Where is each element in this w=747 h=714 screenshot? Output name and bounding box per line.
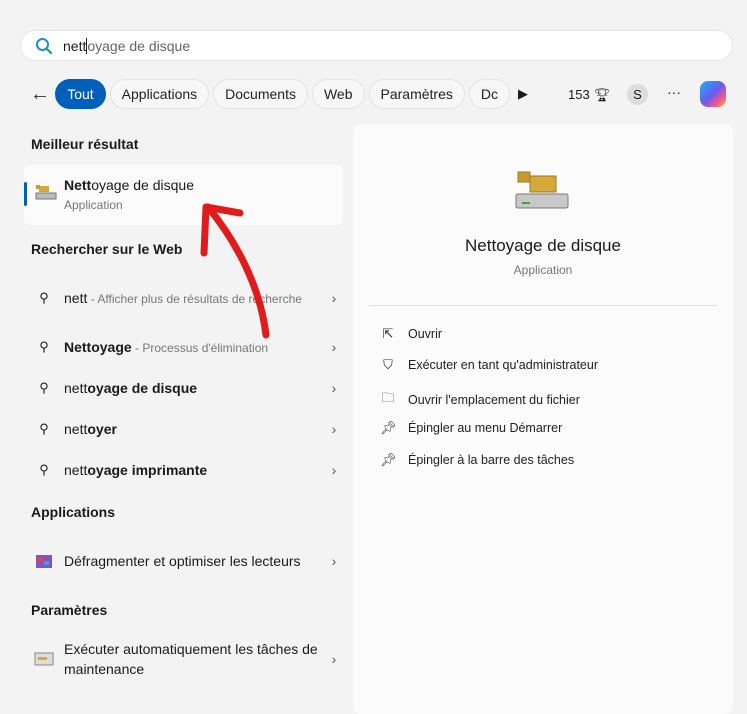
selection-indicator	[24, 182, 27, 206]
chevron-right-icon: ›	[331, 553, 337, 569]
action-open-file-location[interactable]: 🗀 Ouvrir l'emplacement du fichier	[380, 389, 579, 411]
search-icon: ⚲	[39, 380, 49, 395]
web-result-item[interactable]: ⚲ Nettoyage - Processus d'élimination ›	[24, 337, 344, 357]
chevron-right-icon: ›	[331, 290, 337, 306]
app-result-item[interactable]: Défragmenter et optimiser les lecteurs ›	[24, 541, 344, 581]
folder-icon: 🗀	[381, 390, 395, 405]
search-icon: ⚲	[39, 462, 49, 477]
chevron-right-icon: ›	[331, 339, 337, 355]
open-external-icon: ⇱	[382, 326, 394, 341]
search-icon: ⚲	[39, 339, 49, 354]
search-typed: nett	[63, 37, 87, 54]
shield-icon: ⛉	[383, 357, 393, 372]
preview-type: Application	[513, 263, 573, 277]
action-run-as-admin[interactable]: ⛉ Exécuter en tant qu'administrateur	[380, 357, 598, 373]
chevron-right-icon: ›	[331, 462, 337, 478]
divider	[369, 305, 717, 306]
tab-applications[interactable]: Applications	[109, 79, 210, 109]
defrag-icon	[24, 552, 64, 570]
chevron-right-icon: ›	[331, 421, 337, 437]
chevron-right-icon: ›	[331, 380, 337, 396]
disk-cleanup-icon	[34, 183, 58, 201]
web-result-item[interactable]: ⚲ nettoyer ›	[24, 419, 344, 439]
avatar[interactable]: S	[627, 84, 648, 105]
tab-parametres[interactable]: Paramètres	[368, 79, 465, 109]
search-icon: ⚲	[39, 290, 49, 305]
preview-title: Nettoyage de disque	[465, 236, 621, 255]
search-completion: oyage de disque	[87, 37, 191, 54]
back-arrow-icon[interactable]: ←	[30, 83, 51, 106]
search-icon	[36, 37, 53, 54]
play-more-tabs-icon[interactable]: ▶	[518, 86, 528, 102]
points-count: 153	[568, 87, 590, 102]
settings-result-item[interactable]: Exécuter automatiquement les tâches de m…	[24, 639, 344, 679]
annotation-arrow	[200, 203, 270, 339]
tab-tout[interactable]: Tout	[55, 79, 106, 109]
web-result-item[interactable]: ⚲ nettoyage imprimante ›	[24, 460, 344, 480]
disk-cleanup-large-icon	[514, 168, 570, 215]
best-result-title: Nettoyage de disque	[64, 177, 194, 193]
section-web-search: Rechercher sur le Web	[31, 241, 183, 257]
action-pin-taskbar[interactable]: 📌︎ Épingler à la barre des tâches	[380, 452, 574, 468]
rewards-points[interactable]: 153 🏆︎	[568, 87, 610, 103]
copilot-icon[interactable]	[700, 81, 726, 107]
tab-dossiers[interactable]: Dc	[468, 79, 510, 109]
trophy-icon: 🏆︎	[593, 87, 611, 102]
pin-icon: 📌︎	[380, 452, 397, 467]
section-settings: Paramètres	[31, 602, 108, 618]
filter-bar: ← Tout Applications Documents Web Paramè…	[30, 78, 510, 110]
action-open[interactable]: ⇱ Ouvrir	[380, 326, 442, 342]
more-options-icon[interactable]: ···	[667, 84, 681, 100]
best-result-type: Application	[64, 198, 123, 212]
tab-documents[interactable]: Documents	[213, 79, 308, 109]
web-result-item[interactable]: ⚲ nett - Afficher plus de résultats de re…	[24, 278, 344, 318]
chevron-right-icon: ›	[331, 651, 337, 667]
search-box[interactable]: nett oyage de disque	[20, 30, 733, 61]
best-result-item[interactable]	[24, 165, 343, 225]
pin-icon: 📌︎	[380, 420, 397, 435]
tab-web[interactable]: Web	[311, 79, 365, 109]
web-result-item[interactable]: ⚲ nettoyage de disque ›	[24, 378, 344, 398]
maintenance-icon	[24, 651, 64, 667]
section-applications: Applications	[31, 504, 116, 520]
search-icon: ⚲	[39, 421, 49, 436]
action-pin-start[interactable]: 📌︎ Épingler au menu Démarrer	[380, 420, 562, 436]
section-best-result: Meilleur résultat	[31, 136, 139, 152]
